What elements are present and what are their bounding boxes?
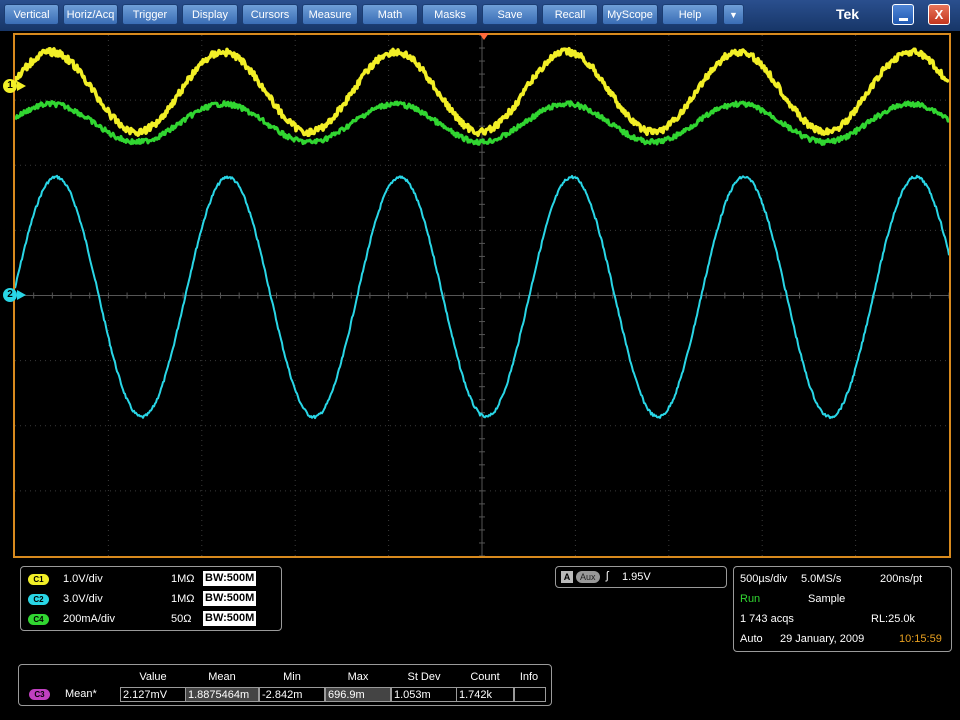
waveform-display [15,35,949,556]
close-icon[interactable]: X [928,4,950,25]
meas-cell-max: 696.9m [325,687,391,702]
minimize-icon[interactable] [892,4,914,25]
meas-cell-count: 1.742k [456,687,514,702]
channel-badge: C2 [28,594,49,605]
meas-header-value: Value [139,671,167,683]
meas-cell-stdev: 1.053m [391,687,457,702]
waveform-graticule[interactable] [13,33,951,558]
trigger-source-badge: Aux [576,571,600,583]
menu-recall-button[interactable]: Recall [542,4,598,25]
sample-rate: 5.0MS/s [801,573,842,585]
channel-badge: C1 [28,574,49,585]
channel-impedance: 50Ω [171,613,192,625]
trigger-level: 1.95V [622,571,651,583]
menu-masks-button[interactable]: Masks [422,4,478,25]
ch1-marker-arrow [17,81,26,91]
channel-scale: 1.0V/div [63,573,103,585]
channel-scale: 200mA/div [63,613,115,625]
acquisition-mode: Sample [808,593,846,605]
trigger-mode: Auto [740,633,763,645]
meas-header-mean: Mean [208,671,236,683]
measurement-panel[interactable]: Value Mean Min Max St Dev Count Info C3 … [18,664,552,706]
channel-impedance: 1MΩ [171,593,195,605]
menu-display-button[interactable]: Display [182,4,238,25]
menu-bar: Vertical Horiz/Acq Trigger Display Curso… [0,0,960,31]
ch1-ground-marker[interactable]: 1 [3,79,17,93]
menu-math-button[interactable]: Math [362,4,418,25]
meas-header-stdev: St Dev [407,671,441,683]
channel-bandwidth: BW:500M [203,591,257,606]
acquisition-date: 29 January, 2009 [780,633,865,645]
ch2-ground-marker[interactable]: 2 [3,288,17,302]
menu-vertical-button[interactable]: Vertical [4,4,59,25]
trigger-position-marker [479,33,489,40]
acquisition-readout-panel[interactable]: 500µs/div 5.0MS/s 200ns/pt Run Sample 1 … [733,566,952,652]
channel-bandwidth: BW:500M [203,571,257,586]
time-resolution: 200ns/pt [880,573,923,585]
menu-cursors-button[interactable]: Cursors [242,4,298,25]
meas-cell-value: 2.127mV [120,687,186,702]
channel-readout-panel[interactable]: C1 1.0V/div 1MΩ BW:500M C2 3.0V/div 1MΩ … [20,566,282,631]
brand-logo: Tek [836,6,860,22]
trigger-readout-panel[interactable]: A Aux ʃ 1.95V [555,566,727,588]
channel-row-c2[interactable]: C2 3.0V/div 1MΩ BW:500M [21,590,281,609]
measurement-source-badge: C3 [29,689,50,700]
meas-cell-mean: 1.8875464m [185,687,259,702]
meas-cell-info [514,687,546,702]
measurement-name: Mean* [65,688,97,700]
menu-trigger-button[interactable]: Trigger [122,4,178,25]
time-per-div: 500µs/div [740,573,788,585]
channel-impedance: 1MΩ [171,573,195,585]
meas-header-count: Count [470,671,500,683]
acquisition-count: 1 743 acqs [740,613,794,625]
record-length: RL:25.0k [871,613,916,625]
acquisition-time: 10:15:59 [899,633,942,645]
channel-row-c4[interactable]: C4 200mA/div 50Ω BW:500M [21,610,281,629]
channel-scale: 3.0V/div [63,593,103,605]
rising-edge-icon: ʃ [606,570,609,582]
channel-bandwidth: BW:500M [203,611,257,626]
run-state: Run [740,593,761,605]
channel-badge: C4 [28,614,49,625]
menu-horiz-acq-button[interactable]: Horiz/Acq [63,4,118,25]
meas-cell-min: -2.842m [259,687,325,702]
trigger-mode-badge: A [561,571,573,583]
ch2-marker-arrow [17,290,26,300]
meas-header-max: Max [347,671,369,683]
menu-save-button[interactable]: Save [482,4,538,25]
menu-help-button[interactable]: Help [662,4,718,25]
chevron-down-icon[interactable]: ▼ [723,4,744,25]
channel-row-c1[interactable]: C1 1.0V/div 1MΩ BW:500M [21,570,281,589]
meas-header-min: Min [283,671,301,683]
meas-header-info: Info [519,671,539,683]
menu-myscope-button[interactable]: MyScope [602,4,658,25]
menu-measure-button[interactable]: Measure [302,4,358,25]
